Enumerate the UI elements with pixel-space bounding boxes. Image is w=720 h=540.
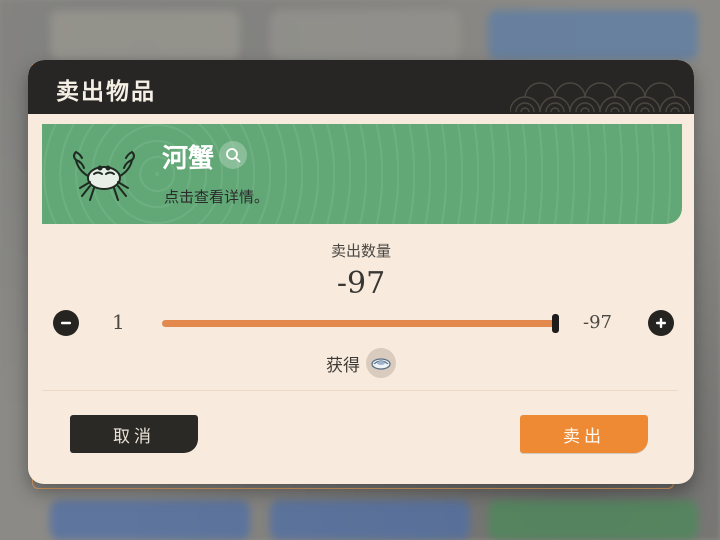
range-max-label: -97 (583, 312, 612, 333)
reward-row: 获得 (28, 348, 694, 378)
crab-icon (73, 150, 135, 201)
background-card (270, 500, 470, 540)
coin-icon (366, 348, 396, 378)
background-card (270, 10, 460, 60)
wave-pattern-icon (510, 82, 690, 112)
quantity-label: 卖出数量 (330, 242, 391, 260)
quantity-slider[interactable] (162, 314, 559, 333)
background-card (488, 10, 698, 60)
minus-icon (61, 321, 71, 325)
plus-icon (656, 318, 666, 328)
cancel-button[interactable]: 取消 (70, 415, 198, 453)
item-banner[interactable]: 河蟹 点击查看详情。 (42, 124, 682, 224)
background-card (488, 500, 698, 540)
range-min-label: 1 (112, 310, 125, 334)
item-name: 河蟹 (162, 144, 215, 174)
dialog-title: 卖出物品 (56, 78, 156, 105)
decrease-button[interactable] (53, 310, 79, 336)
quantity-value: -97 (336, 266, 386, 301)
sell-item-dialog: 卖出物品 河蟹 点击查看详情。 卖出数量 -97 1 -97 获得 取消 卖出 (28, 60, 694, 484)
dialog-titlebar: 卖出物品 (28, 60, 694, 114)
increase-button[interactable] (648, 310, 674, 336)
background-card (50, 500, 250, 540)
reward-label: 获得 (326, 355, 360, 376)
divider (42, 390, 678, 391)
slider-handle[interactable] (552, 314, 559, 333)
sell-button[interactable]: 卖出 (520, 415, 648, 453)
item-description: 点击查看详情。 (164, 188, 270, 206)
slider-fill (162, 320, 556, 327)
item-detail-button[interactable] (219, 141, 247, 169)
background-card (50, 10, 240, 60)
search-icon (226, 148, 241, 163)
